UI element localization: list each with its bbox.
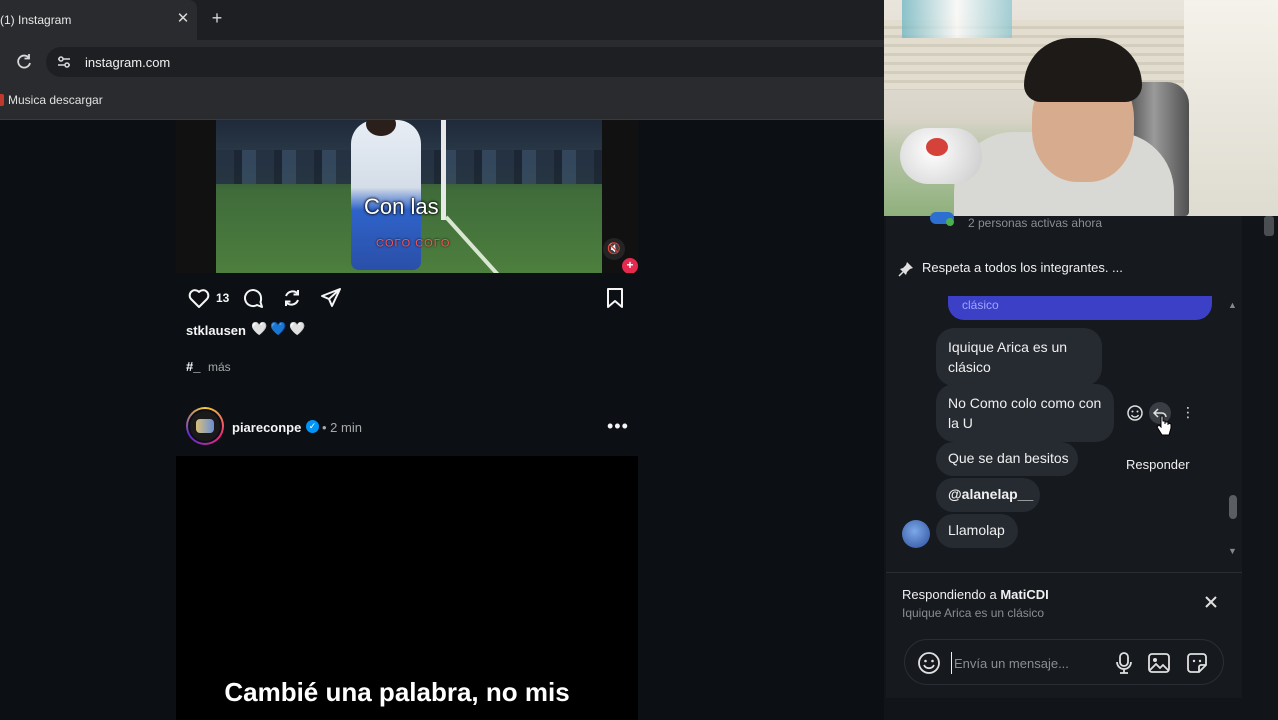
mute-icon[interactable]: 🔇 <box>603 238 625 260</box>
right-panel: 2 personas activas ahora Respeta a todos… <box>884 0 1278 720</box>
mic-icon[interactable] <box>1113 651 1135 675</box>
message-text: Que se dan besitos <box>948 450 1069 466</box>
scroll-down-icon[interactable]: ▼ <box>1228 546 1237 556</box>
instagram-feed: Con las COLO COLO 🔇 + 13 stklausen 🤍💙🤍 #… <box>0 120 884 720</box>
more-icon[interactable]: ••• <box>607 416 629 437</box>
address-bar[interactable]: instagram.com <box>46 47 884 77</box>
author-hearts: 🤍💙🤍 <box>251 321 309 336</box>
post-time: • 2 min <box>322 420 362 435</box>
pinned-message[interactable]: Respeta a todos los integrantes. ... <box>922 260 1123 275</box>
scroll-up-icon[interactable]: ▲ <box>1228 300 1237 310</box>
own-message-bubble[interactable]: clásico <box>948 296 1212 320</box>
message-bubble[interactable]: @alanelap__ <box>936 478 1040 512</box>
verified-icon: ✓ <box>306 420 319 433</box>
message-bubble[interactable]: No Como colo como con la U <box>936 384 1114 442</box>
react-icon[interactable] <box>1126 404 1144 422</box>
webcam-person-hair <box>1024 38 1142 102</box>
tab-close-icon[interactable]: ✕ <box>175 9 191 29</box>
avatar-glyph <box>196 419 214 433</box>
replying-user: MatiCDI <box>1000 587 1049 602</box>
message-composer <box>904 639 1224 685</box>
emoji-icon[interactable] <box>917 651 941 675</box>
tab-title: (1) Instagram <box>0 13 72 27</box>
video-frame: Con las COLO COLO <box>216 120 602 273</box>
add-badge-icon: + <box>622 258 638 273</box>
webcam-poster <box>902 0 1012 38</box>
message-bubble[interactable]: Que se dan besitos <box>936 442 1078 476</box>
reload-icon[interactable] <box>14 52 34 72</box>
video-caption: Con las <box>364 194 439 219</box>
pin-icon <box>898 262 913 277</box>
bookmarks-bar: Musica descargar <box>0 84 884 120</box>
avatar[interactable] <box>186 407 224 445</box>
heart-icon[interactable] <box>187 286 211 310</box>
scrollbar[interactable] <box>1229 495 1237 519</box>
likes-count[interactable]: 13 <box>216 291 229 305</box>
url-text[interactable]: instagram.com <box>85 55 170 70</box>
close-icon[interactable] <box>1202 593 1220 611</box>
active-now-text: 2 personas activas ahora <box>968 216 1103 230</box>
post-hashtag[interactable]: #_ <box>186 359 200 374</box>
message-mention[interactable]: @alanelap__ <box>948 486 1033 502</box>
hand-cursor-icon <box>1156 415 1172 436</box>
replying-quote: Iquique Arica es un clásico <box>902 606 1045 620</box>
panel-scrollbar[interactable] <box>1264 216 1274 236</box>
avatar[interactable] <box>902 520 930 548</box>
goal-post <box>441 120 446 220</box>
field-line <box>444 215 528 273</box>
plush-toy-spot <box>926 138 948 156</box>
active-status-dot <box>946 218 954 226</box>
message-input[interactable] <box>951 652 1101 674</box>
new-tab-button[interactable]: + <box>207 8 227 30</box>
message-text: Iquique Arica es un clásico <box>948 339 1068 375</box>
post-author[interactable]: stklausen <box>186 323 246 338</box>
avatar-image <box>188 409 222 443</box>
bookmark-favicon-icon <box>0 94 4 106</box>
message-text: No Como colo como con la U <box>948 395 1102 431</box>
post-video[interactable]: Con las COLO COLO 🔇 + <box>176 120 638 273</box>
message-text: clásico <box>962 298 999 312</box>
video-caption-sub: COLO COLO <box>376 236 451 248</box>
message-text: Llamolap <box>948 522 1005 538</box>
comment-icon[interactable] <box>241 286 265 310</box>
message-bubble[interactable]: Iquique Arica es un clásico <box>936 328 1102 386</box>
replying-prefix: Respondiendo a <box>902 587 1001 602</box>
webcam-plush-toy <box>900 128 982 184</box>
image-icon[interactable] <box>1147 651 1171 675</box>
replying-to-label: Respondiendo a MatiCDI <box>902 587 1049 602</box>
more-icon[interactable]: ⋮ <box>1181 404 1195 421</box>
site-info-icon[interactable] <box>56 54 72 70</box>
more-link[interactable]: más <box>208 360 231 374</box>
share-icon[interactable] <box>319 286 343 310</box>
bookmark-icon[interactable] <box>603 286 627 310</box>
tab-instagram[interactable]: (1) Instagram ✕ <box>0 0 197 40</box>
video-caption: Cambié una palabra, no mis <box>224 677 570 707</box>
repost-icon[interactable] <box>280 286 304 310</box>
tab-bar: (1) Instagram ✕ + <box>0 0 884 40</box>
post-video[interactable]: Cambié una palabra, no mis <box>176 456 638 720</box>
message-bubble[interactable]: Llamolap <box>936 514 1018 548</box>
webcam-window <box>1184 0 1278 216</box>
post-author[interactable]: piareconpe <box>232 420 301 435</box>
tooltip: Responder <box>1122 455 1194 474</box>
webcam-overlay <box>884 0 1278 216</box>
reply-panel: Respondiendo a MatiCDI Iquique Arica es … <box>886 572 1242 698</box>
bookmark-musica-descargar[interactable]: Musica descargar <box>8 93 103 107</box>
sticker-icon[interactable] <box>1185 651 1209 675</box>
